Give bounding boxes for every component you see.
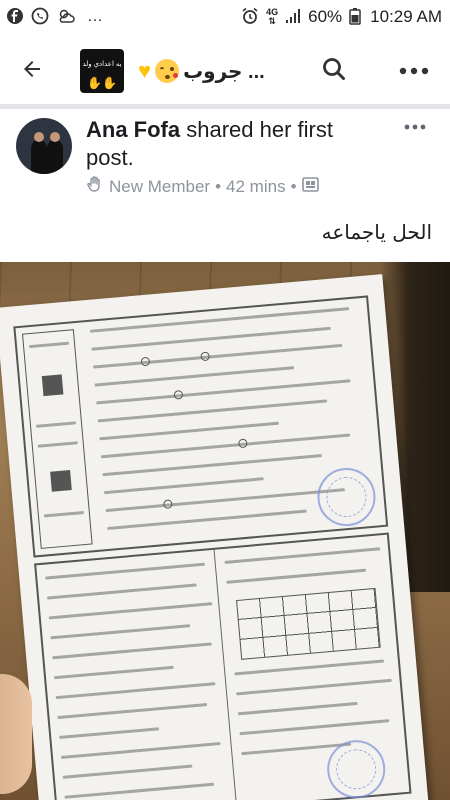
post-meta: New Member • 42 mins •	[86, 175, 319, 198]
avatar-figure-left	[31, 140, 47, 174]
facebook-icon	[6, 7, 24, 28]
more-icon	[399, 62, 429, 80]
author-name[interactable]: Ana Fofa	[86, 117, 180, 142]
group-name-text: جروب ...	[183, 60, 265, 83]
alarm-icon	[241, 7, 259, 28]
yellow-heart-icon: ♥	[138, 58, 152, 83]
whatsapp-icon	[31, 7, 49, 28]
search-icon	[321, 56, 347, 87]
post-more-button[interactable]	[400, 116, 430, 136]
post-body-text: الحل ياجماعه	[321, 220, 432, 244]
header-divider	[0, 104, 450, 109]
hands-icon: ✋✋	[87, 76, 117, 90]
post-photo[interactable]	[0, 262, 450, 800]
battery-percent: 60%	[308, 7, 343, 26]
new-member-badge: New Member	[109, 176, 211, 196]
post-more-icon	[404, 117, 426, 135]
clock: 10:29 AM	[370, 7, 442, 26]
network-arrows-icon: ⇅	[268, 16, 276, 26]
weather-icon	[56, 7, 76, 28]
signal-icon	[285, 8, 301, 27]
paper-logo-2	[50, 470, 72, 492]
meta-separator-2: •	[290, 176, 297, 196]
status-bar: … 4G ⇅ 60% 10:29 AM	[0, 0, 450, 34]
back-button[interactable]	[14, 53, 50, 89]
group-header: يه اعدادي ولد ✋✋ ♥ جروب ...	[0, 38, 450, 104]
group-thumbnail[interactable]: يه اعدادي ولد ✋✋	[80, 49, 124, 93]
avatar-figure-right	[47, 140, 63, 174]
back-arrow-icon	[20, 57, 44, 86]
group-thumb-text: يه اعدادي ولد	[82, 61, 122, 68]
paper-logo-1	[41, 374, 64, 397]
status-left: …	[6, 7, 104, 28]
author-avatar[interactable]	[16, 118, 72, 174]
header-more-button[interactable]	[392, 53, 436, 89]
post-author-line: Ana Fofa shared her first post.	[86, 116, 386, 172]
battery-icon	[349, 7, 361, 28]
network-label: 4G ⇅	[266, 8, 278, 26]
kissing-face-icon	[155, 59, 180, 83]
meta-separator: •	[215, 176, 222, 196]
more-dots-icon: …	[87, 8, 104, 25]
avatar-head-left	[34, 132, 44, 142]
paper-table	[236, 587, 381, 660]
group-title[interactable]: ♥ جروب ...	[138, 59, 265, 84]
new-member-wave-icon	[86, 175, 104, 198]
status-right: 4G ⇅ 60% 10:29 AM	[241, 7, 442, 28]
group-audience-icon	[301, 176, 319, 198]
holding-thumb	[0, 674, 32, 794]
search-button[interactable]	[316, 53, 352, 89]
post-timestamp[interactable]: 42 mins	[226, 177, 286, 197]
exam-paper	[0, 274, 429, 800]
avatar-head-right	[50, 132, 60, 142]
